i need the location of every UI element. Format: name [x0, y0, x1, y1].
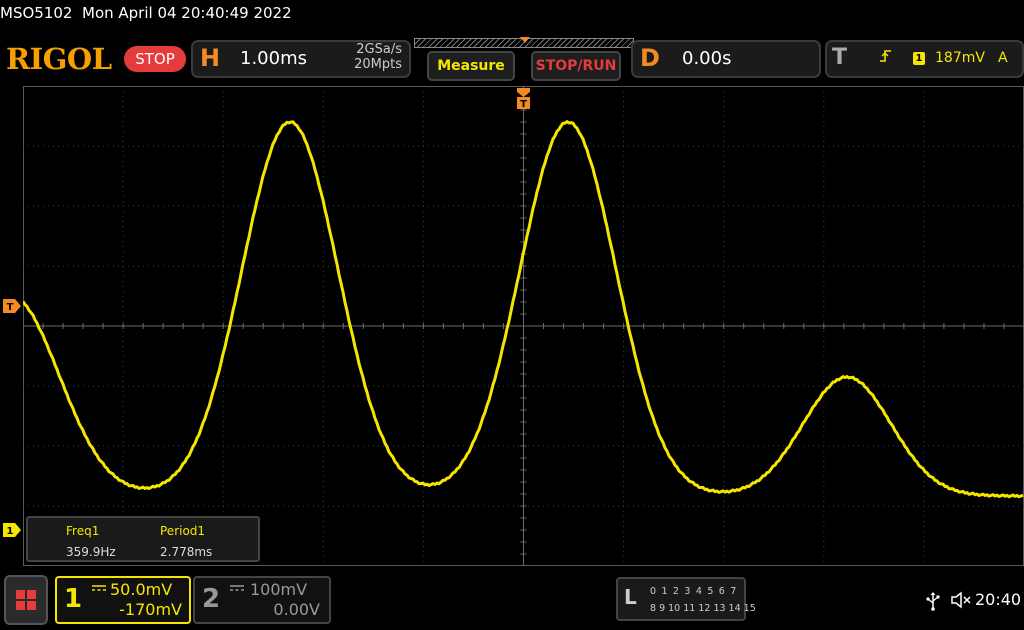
ch2-offset: 0.00V — [273, 600, 320, 619]
measure-button[interactable]: Measure — [427, 51, 515, 81]
timebase-value: 1.00ms — [240, 48, 307, 69]
dc-coupling-icon — [230, 585, 244, 591]
trigger-source-badge: 1 — [913, 52, 925, 65]
trigger-mode: A — [998, 50, 1008, 66]
ch2-number: 2 — [202, 584, 221, 614]
freq-measurement-value: 359.9Hz — [66, 545, 116, 559]
usb-icon — [926, 592, 940, 611]
rising-edge-icon — [880, 50, 891, 62]
trigger-level: 187mV — [935, 50, 985, 66]
dc-coupling-icon — [92, 585, 106, 591]
ch1-offset-marker[interactable]: 1 — [3, 523, 21, 537]
graticule — [23, 86, 1024, 566]
trigger-position-marker[interactable]: T — [517, 88, 530, 110]
ch1-scale: 50.0mV — [110, 580, 173, 599]
sample-rate: 2GSa/s — [356, 42, 402, 57]
trigger-level-marker[interactable]: T — [3, 299, 21, 313]
logic-channels-row2: 8 9 10 11 12 13 14 15 — [650, 603, 756, 614]
memory-position-marker-icon — [520, 37, 530, 43]
ch1-offset: -170mV — [119, 600, 182, 619]
ch1-number: 1 — [64, 584, 83, 614]
period-measurement-value: 2.778ms — [160, 545, 213, 559]
logic-channels-row1: 0 1 2 3 4 5 6 7 — [650, 586, 738, 597]
measurement-panel[interactable] — [26, 516, 260, 562]
speaker-muted-icon[interactable] — [950, 591, 972, 609]
stop-run-button[interactable]: STOP/RUN — [531, 51, 621, 81]
device-status-line: MSO5102 Mon April 04 20:40:49 2022 — [0, 4, 292, 22]
waveform-display[interactable] — [23, 86, 1024, 566]
rigol-logo: RIGOL — [6, 42, 112, 76]
period-measurement-name: Period1 — [160, 524, 206, 538]
ch2-scale: 100mV — [250, 580, 308, 599]
memory-depth: 20Mpts — [354, 57, 402, 72]
logic-tag: L — [624, 585, 637, 609]
trigger-tag: T — [832, 45, 848, 70]
datetime: Mon April 04 20:40:49 2022 — [82, 4, 292, 22]
run-state-badge[interactable]: STOP — [124, 46, 186, 72]
trigger-level-label: T — [7, 302, 14, 313]
ch1-marker-label: 1 — [7, 526, 14, 537]
delay-tag: D — [640, 44, 660, 72]
freq-measurement-name: Freq1 — [66, 524, 100, 538]
trigger-position-label: T — [520, 99, 527, 110]
model-name: MSO5102 — [0, 4, 73, 22]
clock: 20:40 — [975, 590, 1022, 609]
delay-value: 0.00s — [682, 48, 732, 69]
horizontal-tag: H — [200, 44, 221, 72]
main-menu-button[interactable] — [4, 575, 48, 625]
menu-grid-icon — [16, 590, 36, 610]
